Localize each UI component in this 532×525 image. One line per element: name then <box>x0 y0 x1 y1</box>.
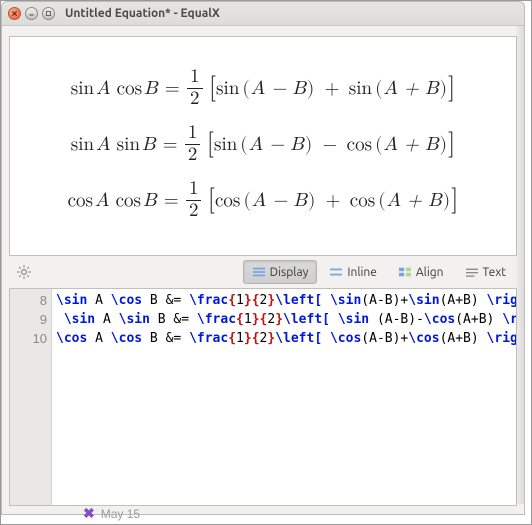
code-line: \sin A \sin B &= \frac{1}{2}\left[ \sin … <box>56 310 512 329</box>
gear-icon <box>15 263 33 281</box>
line-gutter: 8 9 10 <box>10 289 52 505</box>
fn-sin: sin <box>71 77 94 100</box>
code-area[interactable]: \sin A \cos B &= \frac{1}{2}\left[ \sin(… <box>52 289 516 505</box>
window-title: Untitled Equation* - EqualX <box>65 7 220 20</box>
settings-button[interactable] <box>11 260 37 284</box>
taskbar-glyph-icon: ✖ <box>83 505 95 522</box>
inline-label: Inline <box>347 266 376 279</box>
fn-cos: cos <box>117 77 142 100</box>
line-number: 8 <box>12 291 47 310</box>
mode-toolbar: Display Inline Align Text <box>9 256 517 288</box>
minimize-icon[interactable] <box>25 7 38 20</box>
maximize-icon[interactable] <box>42 7 55 20</box>
display-label: Display <box>270 266 309 279</box>
align-icon <box>398 266 412 278</box>
display-icon <box>252 266 266 278</box>
latex-editor[interactable]: 8 9 10 \sin A \cos B &= \frac{1}{2}\left… <box>9 288 517 506</box>
code-line: \sin A \cos B &= \frac{1}{2}\left[ \sin(… <box>56 291 512 310</box>
code-line: \cos A \cos B &= \frac{1}{2}\left[ \cos(… <box>56 329 512 348</box>
line-number: 10 <box>12 329 47 348</box>
align-label: Align <box>416 266 444 279</box>
line-number: 9 <box>12 310 47 329</box>
inline-icon <box>329 266 343 278</box>
text-mode-button[interactable]: Text <box>456 260 516 284</box>
equation-preview: sin A cos B = 12 [ sin(A − B) + sin(A + … <box>9 36 517 256</box>
text-label: Text <box>483 266 507 279</box>
taskbar-date: May 15 <box>101 507 140 521</box>
application-window: Untitled Equation* - EqualX sin A cos B … <box>1 1 525 515</box>
inline-mode-button[interactable]: Inline <box>320 260 385 284</box>
display-mode-button[interactable]: Display <box>243 260 318 284</box>
close-icon[interactable] <box>8 7 21 20</box>
align-mode-button[interactable]: Align <box>389 260 453 284</box>
text-icon <box>465 266 479 278</box>
titlebar: Untitled Equation* - EqualX <box>2 2 524 26</box>
desktop-taskbar-fragment: ✖ May 15 <box>83 505 140 522</box>
